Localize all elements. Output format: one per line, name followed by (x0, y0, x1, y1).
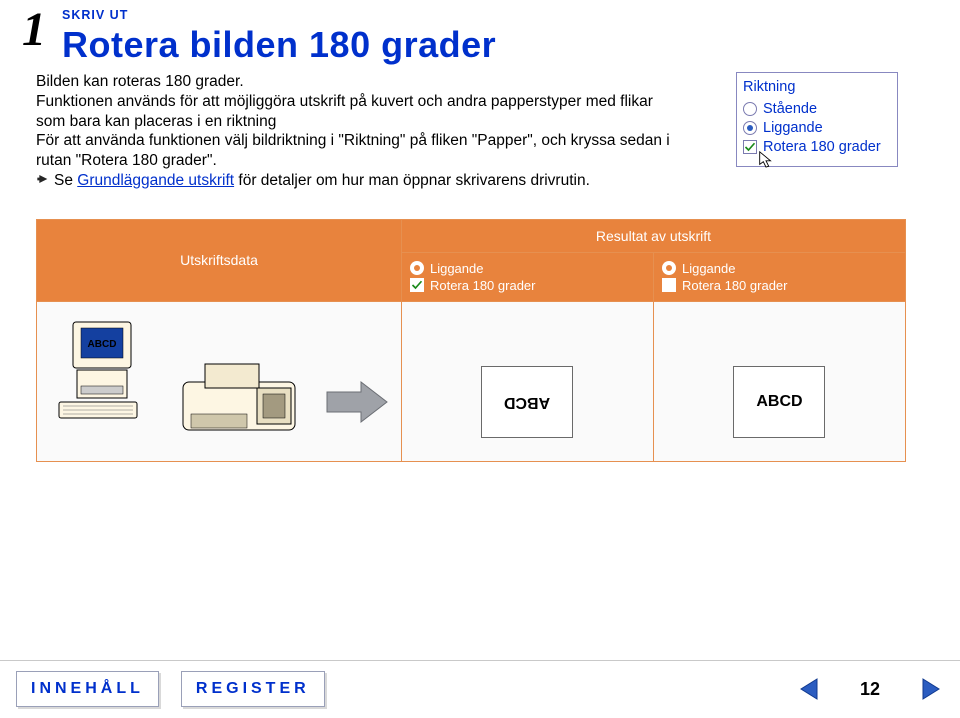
prev-page-button[interactable] (796, 675, 824, 703)
see-link[interactable]: Grundläggande utskrift (77, 172, 234, 189)
description-paragraph: Bilden kan roteras 180 grader. Funktione… (36, 72, 676, 191)
radio-landscape-label: Liggande (763, 120, 823, 136)
orientation-panel: Riktning Stående Liggande Rotera 180 gra… (736, 72, 898, 167)
next-page-button[interactable] (916, 675, 944, 703)
radio-portrait-label: Stående (763, 101, 817, 117)
sub-rotate-label: Rotera 180 grader (682, 278, 788, 293)
radio-icon (743, 102, 757, 116)
cell-result-rotated: ABCD (401, 301, 653, 461)
radio-icon (410, 261, 424, 275)
see-prefix: Se (54, 172, 77, 189)
svg-text:ABCD: ABCD (88, 339, 117, 350)
mouse-pointer-icon (757, 150, 775, 168)
col-header-result: Resultat av utskrift (401, 219, 905, 252)
triangle-right-icon (917, 676, 943, 702)
page-title: Rotera bilden 180 grader (62, 24, 496, 66)
computer-icon: ABCD (51, 316, 161, 429)
cell-result-normal: ABCD (653, 301, 905, 461)
arrow-right-icon (325, 380, 389, 427)
footer-nav: INNEHÅLL REGISTER 12 (0, 660, 960, 718)
contents-button[interactable]: INNEHÅLL (16, 671, 159, 707)
sub-landscape-label: Liggande (430, 261, 484, 276)
para-line2: Funktionen används för att möjliggöra ut… (36, 93, 653, 130)
checkbox-rotate180-label: Rotera 180 grader (763, 139, 881, 155)
triangle-left-icon (797, 676, 823, 702)
radio-landscape[interactable]: Liggande (743, 120, 891, 136)
result-subheader-rotated: Liggande Rotera 180 grader (401, 252, 653, 301)
results-table: Utskriftsdata Resultat av utskrift Ligga… (36, 219, 906, 462)
result-sheet-normal: ABCD (733, 366, 825, 438)
cell-print-data: ABCD (37, 301, 402, 461)
panel-caption: Riktning (743, 79, 891, 95)
page-number: 12 (846, 679, 894, 700)
checkbox-icon-checked (410, 278, 424, 292)
para-line3: För att använda funktionen välj bildrikt… (36, 132, 670, 169)
para-line1: Bilden kan roteras 180 grader. (36, 73, 244, 90)
result-sheet-rotated: ABCD (481, 366, 573, 438)
radio-portrait[interactable]: Stående (743, 101, 891, 117)
sub-rotate-label: Rotera 180 grader (430, 278, 536, 293)
see-suffix: för detaljer om hur man öppnar skrivaren… (234, 172, 590, 189)
radio-icon-selected (743, 121, 757, 135)
breadcrumb[interactable]: SKRIV UT (62, 8, 496, 22)
printer-icon (177, 358, 307, 451)
section-number: 1 (6, 8, 62, 51)
checkbox-icon-checked (743, 140, 757, 154)
pointing-hand-icon (36, 171, 52, 187)
radio-icon (662, 261, 676, 275)
checkbox-icon-unchecked (662, 278, 676, 292)
col-header-data: Utskriftsdata (37, 219, 402, 301)
result-subheader-normal: Liggande Rotera 180 grader (653, 252, 905, 301)
index-button[interactable]: REGISTER (181, 671, 325, 707)
sub-landscape-label: Liggande (682, 261, 736, 276)
